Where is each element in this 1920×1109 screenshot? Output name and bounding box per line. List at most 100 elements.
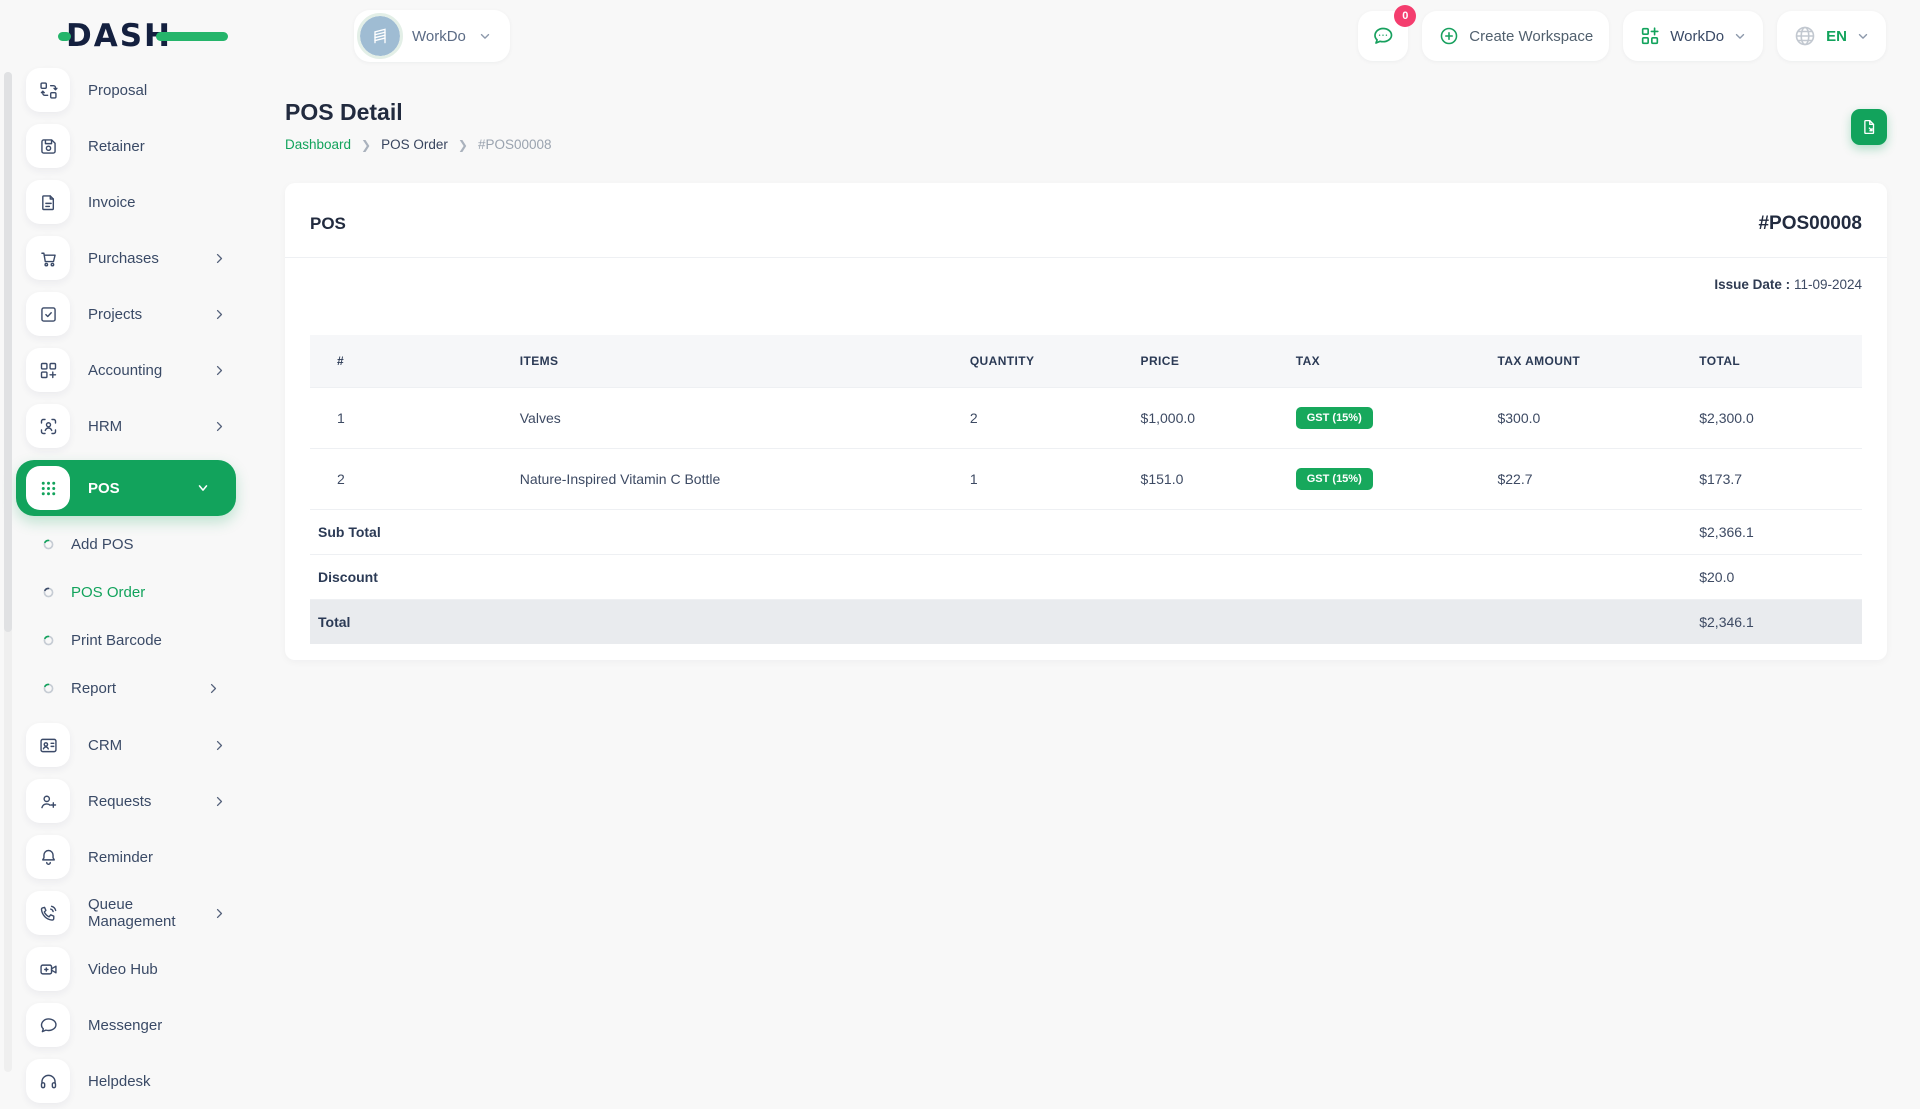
projects-icon [26, 292, 70, 336]
chevron-down-icon [1856, 29, 1870, 43]
reminder-icon [26, 835, 70, 879]
sidebar-item-hrm[interactable]: HRM [0, 398, 252, 454]
subtotal-value: $2,366.1 [1691, 510, 1862, 555]
create-workspace-label: Create Workspace [1469, 28, 1593, 45]
items-table: # ITEMS QUANTITY PRICE TAX TAX AMOUNT TO… [310, 335, 1862, 644]
sidebar-item-pos-order[interactable]: POS Order [0, 568, 252, 616]
sidebar-nav: Proposal Retainer Invoice [0, 62, 252, 1109]
sidebar-item-reminder[interactable]: Reminder [0, 829, 252, 885]
col-number: # [310, 335, 512, 388]
table-row: 2 Nature-Inspired Vitamin C Bottle 1 $15… [310, 449, 1862, 510]
sidebar-item-invoice[interactable]: Invoice [0, 174, 252, 230]
globe-icon [1793, 24, 1817, 48]
breadcrumb-separator: ❯ [458, 138, 468, 152]
sidebar-item-helpdesk[interactable]: Helpdesk [0, 1053, 252, 1109]
table-header-row: # ITEMS QUANTITY PRICE TAX TAX AMOUNT TO… [310, 335, 1862, 388]
chevron-down-icon [478, 29, 492, 43]
export-pos-button[interactable] [1851, 109, 1887, 145]
create-workspace-button[interactable]: Create Workspace [1422, 11, 1609, 61]
submenu-bullet-icon [42, 682, 55, 695]
sidebar-item-retainer[interactable]: Retainer [0, 118, 252, 174]
sidebar-item-accounting[interactable]: Accounting [0, 342, 252, 398]
sidebar-item-label: Invoice [88, 194, 252, 211]
tax-badge: GST (15%) [1296, 407, 1373, 429]
chevron-right-icon [213, 364, 226, 377]
sidebar-item-messenger[interactable]: Messenger [0, 997, 252, 1053]
total-value: $2,346.1 [1691, 600, 1862, 645]
cell-quantity: 2 [962, 388, 1133, 449]
language-label: EN [1826, 28, 1847, 45]
breadcrumb-pos-number: #POS00008 [478, 137, 552, 152]
cell-number: 1 [310, 388, 512, 449]
breadcrumb-dashboard[interactable]: Dashboard [285, 137, 351, 152]
video-hub-icon [26, 947, 70, 991]
chat-bubble-icon [1371, 24, 1395, 48]
col-tax-amount: TAX AMOUNT [1489, 335, 1691, 388]
workspace-selector[interactable]: WorkDo [354, 10, 510, 62]
workdo-menu-button[interactable]: WorkDo [1623, 11, 1763, 61]
top-bar: DASH WorkDo 0 Create Works [0, 0, 1920, 72]
sidebar-item-print-barcode[interactable]: Print Barcode [0, 616, 252, 664]
cell-quantity: 1 [962, 449, 1133, 510]
tax-badge: GST (15%) [1296, 468, 1373, 490]
sidebar-item-report[interactable]: Report [0, 664, 252, 712]
sidebar-item-label: Video Hub [88, 961, 252, 978]
sidebar-item-proposal[interactable]: Proposal [0, 62, 252, 118]
chevron-down-icon [1733, 29, 1747, 43]
card-title: POS [310, 214, 346, 234]
workspace-name: WorkDo [412, 28, 466, 45]
pos-icon [26, 466, 70, 510]
total-label: Total [310, 600, 1691, 645]
sidebar-item-label: Projects [88, 306, 213, 323]
invoice-icon [26, 180, 70, 224]
file-export-icon [1860, 118, 1878, 136]
card-header: POS #POS00008 [285, 183, 1887, 258]
top-bar-actions: 0 Create Workspace WorkDo [1358, 11, 1886, 61]
helpdesk-icon [26, 1059, 70, 1103]
sidebar-item-label: Messenger [88, 1017, 252, 1034]
cell-price: $151.0 [1133, 449, 1288, 510]
discount-label: Discount [310, 555, 1691, 600]
sidebar-item-label: Queue Management [88, 896, 213, 930]
messages-count-badge: 0 [1394, 5, 1416, 27]
sidebar-item-video-hub[interactable]: Video Hub [0, 941, 252, 997]
sidebar-item-requests[interactable]: Requests [0, 773, 252, 829]
col-price: PRICE [1133, 335, 1288, 388]
sidebar-item-pos[interactable]: POS [16, 460, 236, 516]
chevron-down-icon [196, 481, 210, 495]
cell-tax-amount: $300.0 [1489, 388, 1691, 449]
proposal-icon [26, 68, 70, 112]
sidebar-item-label: Purchases [88, 250, 213, 267]
sidebar-item-purchases[interactable]: Purchases [0, 230, 252, 286]
sidebar-item-label: HRM [88, 418, 213, 435]
subtotal-label: Sub Total [310, 510, 1691, 555]
col-items: ITEMS [512, 335, 962, 388]
sidebar-item-add-pos[interactable]: Add POS [0, 520, 252, 568]
language-selector[interactable]: EN [1777, 11, 1886, 61]
cell-tax-amount: $22.7 [1489, 449, 1691, 510]
cell-total: $173.7 [1691, 449, 1862, 510]
messages-button[interactable]: 0 [1358, 11, 1408, 61]
retainer-icon [26, 124, 70, 168]
sidebar-item-crm[interactable]: CRM [0, 717, 252, 773]
cell-number: 2 [310, 449, 512, 510]
sidebar-scrollbar[interactable] [4, 72, 12, 1072]
messenger-icon [26, 1003, 70, 1047]
issue-date-value: 11-09-2024 [1794, 277, 1862, 292]
sidebar-item-label: Retainer [88, 138, 252, 155]
total-row: Total $2,346.1 [310, 600, 1862, 645]
logo-dash-bar [156, 32, 228, 41]
workspace-avatar [360, 16, 400, 56]
sidebar-item-projects[interactable]: Projects [0, 286, 252, 342]
breadcrumb-separator: ❯ [361, 138, 371, 152]
cell-total: $2,300.0 [1691, 388, 1862, 449]
page-title: POS Detail [285, 99, 552, 126]
app-logo[interactable]: DASH [66, 16, 196, 56]
accounting-icon [26, 348, 70, 392]
issue-date-label: Issue Date : [1714, 277, 1790, 292]
plus-circle-icon [1438, 25, 1460, 47]
sidebar-item-queue-management[interactable]: Queue Management [0, 885, 252, 941]
pos-number: #POS00008 [1758, 213, 1862, 235]
pos-detail-card: POS #POS00008 Issue Date : 11-09-2024 # … [285, 183, 1887, 660]
col-total: TOTAL [1691, 335, 1862, 388]
